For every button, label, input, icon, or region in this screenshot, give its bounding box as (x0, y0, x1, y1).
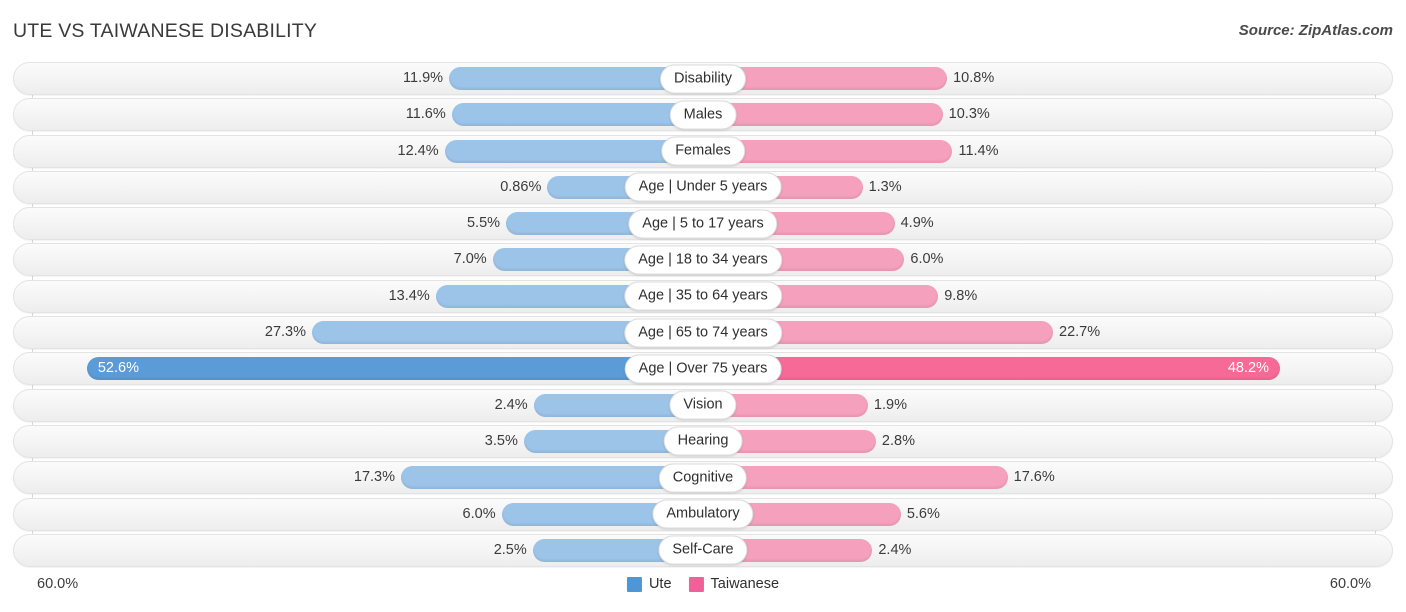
category-label-pill[interactable]: Females (661, 137, 745, 166)
page-title: UTE VS TAIWANESE DISABILITY (13, 20, 317, 43)
chart-footer: 60.0% Ute Taiwanese 60.0% (0, 576, 1406, 606)
legend-label: Ute (649, 576, 672, 592)
table-row[interactable]: 13.4% 9.8% Age | 35 to 64 years (0, 280, 1406, 313)
legend-item[interactable]: Ute (627, 576, 672, 592)
bar-value-taiwanese: 1.9% (874, 389, 907, 422)
chart-root: UTE VS TAIWANESE DISABILITY Source: ZipA… (0, 0, 1406, 612)
bar-ute[interactable] (87, 357, 703, 380)
bar-ute[interactable] (401, 466, 703, 489)
table-row[interactable]: 11.6% 10.3% Males (0, 98, 1406, 131)
category-label-pill[interactable]: Age | 5 to 17 years (628, 209, 777, 238)
axis-label-left: 60.0% (37, 576, 78, 592)
legend: Ute Taiwanese (627, 576, 779, 592)
category-label-pill[interactable]: Ambulatory (652, 500, 753, 529)
bar-value-taiwanese: 17.6% (1014, 461, 1055, 494)
bar-row-list: 11.9% 10.8% Disability 11.6% 10.3% Males 12.4%… (0, 62, 1406, 570)
category-label-pill[interactable]: Disability (660, 64, 746, 93)
bar-value-taiwanese: 22.7% (1059, 316, 1100, 349)
category-label-pill[interactable]: Males (670, 100, 737, 129)
bar-value-taiwanese: 48.2% (1165, 352, 1269, 385)
legend-swatch-icon (689, 577, 704, 592)
bar-value-taiwanese: 10.3% (949, 98, 990, 131)
table-row[interactable]: 5.5% 4.9% Age | 5 to 17 years (0, 207, 1406, 240)
legend-swatch-icon (627, 577, 642, 592)
table-row[interactable]: 3.5% 2.8% Hearing (0, 425, 1406, 458)
bar-ute[interactable] (452, 103, 703, 126)
bar-value-ute: 3.5% (414, 425, 518, 458)
bar-taiwanese[interactable] (703, 103, 943, 126)
bar-value-taiwanese: 2.8% (882, 425, 915, 458)
bar-value-ute: 27.3% (202, 316, 306, 349)
bar-value-taiwanese: 9.8% (944, 280, 977, 313)
category-label-pill[interactable]: Age | Under 5 years (625, 173, 782, 202)
table-row[interactable]: 27.3% 22.7% Age | 65 to 74 years (0, 316, 1406, 349)
bar-value-taiwanese: 11.4% (958, 135, 998, 168)
table-row[interactable]: 11.9% 10.8% Disability (0, 62, 1406, 95)
category-label-pill[interactable]: Age | 35 to 64 years (624, 282, 782, 311)
bar-value-ute: 11.6% (342, 98, 446, 131)
legend-label: Taiwanese (711, 576, 780, 592)
bar-value-taiwanese: 10.8% (953, 62, 994, 95)
bar-value-taiwanese: 2.4% (878, 534, 911, 567)
chart-header: UTE VS TAIWANESE DISABILITY Source: ZipA… (0, 0, 1406, 58)
category-label-pill[interactable]: Cognitive (659, 463, 747, 492)
bar-value-ute: 12.4% (335, 135, 439, 168)
plot-area: 11.9% 10.8% Disability 11.6% 10.3% Males 12.4%… (0, 62, 1406, 572)
bar-value-taiwanese: 4.9% (901, 207, 934, 240)
bar-value-ute: 17.3% (291, 461, 395, 494)
bar-value-taiwanese: 6.0% (910, 243, 943, 276)
bar-value-ute: 2.4% (424, 389, 528, 422)
table-row[interactable]: 2.5% 2.4% Self-Care (0, 534, 1406, 567)
table-row[interactable]: 17.3% 17.6% Cognitive (0, 461, 1406, 494)
category-label-pill[interactable]: Age | Over 75 years (625, 354, 782, 383)
bar-taiwanese[interactable] (703, 466, 1008, 489)
category-label-pill[interactable]: Age | 65 to 74 years (624, 318, 782, 347)
source-attribution: Source: ZipAtlas.com (1239, 22, 1393, 39)
category-label-pill[interactable]: Self-Care (658, 536, 747, 565)
bar-value-ute: 7.0% (383, 243, 487, 276)
bar-value-ute: 52.6% (98, 352, 139, 385)
axis-label-right: 60.0% (1330, 576, 1371, 592)
category-label-pill[interactable]: Hearing (664, 427, 743, 456)
category-label-pill[interactable]: Age | 18 to 34 years (624, 245, 782, 274)
table-row[interactable]: 12.4% 11.4% Females (0, 135, 1406, 168)
bar-value-ute: 2.5% (423, 534, 527, 567)
category-label-pill[interactable]: Vision (669, 391, 736, 420)
bar-value-ute: 5.5% (396, 207, 500, 240)
table-row[interactable]: 2.4% 1.9% Vision (0, 389, 1406, 422)
table-row[interactable]: 7.0% 6.0% Age | 18 to 34 years (0, 243, 1406, 276)
table-row[interactable]: 0.86% 1.3% Age | Under 5 years (0, 171, 1406, 204)
table-row[interactable]: 52.6% 48.2% Age | Over 75 years (0, 352, 1406, 385)
bar-value-ute: 0.86% (437, 171, 541, 204)
table-row[interactable]: 6.0% 5.6% Ambulatory (0, 498, 1406, 531)
bar-value-taiwanese: 5.6% (907, 498, 940, 531)
legend-item[interactable]: Taiwanese (689, 576, 780, 592)
bar-value-ute: 11.9% (339, 62, 443, 95)
bar-value-taiwanese: 1.3% (869, 171, 902, 204)
bar-value-ute: 6.0% (392, 498, 496, 531)
bar-value-ute: 13.4% (326, 280, 430, 313)
